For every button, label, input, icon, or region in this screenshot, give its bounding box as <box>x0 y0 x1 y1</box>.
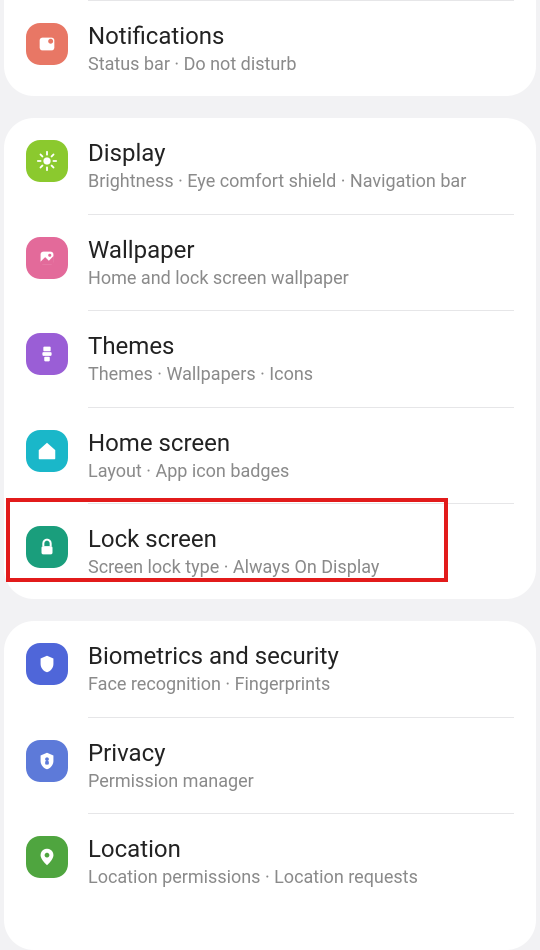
card-display: Display Brightness · Eye comfort shield … <box>4 118 536 599</box>
settings-item-text: Wallpaper Home and lock screen wallpaper <box>88 235 514 290</box>
item-subtitle: Themes · Wallpapers · Icons <box>88 363 514 386</box>
item-title: Lock screen <box>88 524 514 554</box>
settings-item-text: Home screen Layout · App icon badges <box>88 428 514 483</box>
item-title: Home screen <box>88 428 514 458</box>
item-title: Privacy <box>88 738 514 768</box>
privacy-icon <box>26 740 68 782</box>
settings-item-privacy[interactable]: Privacy Permission manager <box>4 718 536 813</box>
location-icon <box>26 836 68 878</box>
home-icon <box>26 430 68 472</box>
themes-icon <box>26 333 68 375</box>
settings-item-lock-screen[interactable]: Lock screen Screen lock type · Always On… <box>4 504 536 599</box>
wallpaper-icon <box>26 237 68 279</box>
settings-item-text: Biometrics and security Face recognition… <box>88 641 514 696</box>
shield-icon <box>26 643 68 685</box>
settings-item-text: Privacy Permission manager <box>88 738 514 793</box>
lock-icon <box>26 526 68 568</box>
item-subtitle: Brightness · Eye comfort shield · Naviga… <box>88 170 514 193</box>
settings-item-biometrics[interactable]: Biometrics and security Face recognition… <box>4 621 536 716</box>
settings-item-text: Themes Themes · Wallpapers · Icons <box>88 331 514 386</box>
item-subtitle: Face recognition · Fingerprints <box>88 673 514 696</box>
card-connections: Notifications Status bar · Do not distur… <box>4 0 536 96</box>
settings-item-wallpaper[interactable]: Wallpaper Home and lock screen wallpaper <box>4 215 536 310</box>
item-subtitle: Status bar · Do not disturb <box>88 53 514 76</box>
item-title: Biometrics and security <box>88 641 514 671</box>
display-icon <box>26 140 68 182</box>
settings-item-text: Notifications Status bar · Do not distur… <box>88 21 514 76</box>
settings-item-display[interactable]: Display Brightness · Eye comfort shield … <box>4 118 536 213</box>
item-title: Display <box>88 138 514 168</box>
settings-item-notifications[interactable]: Notifications Status bar · Do not distur… <box>4 1 536 96</box>
settings-item-text: Location Location permissions · Location… <box>88 834 514 889</box>
item-subtitle: Screen lock type · Always On Display <box>88 556 514 579</box>
item-title: Themes <box>88 331 514 361</box>
card-security: Biometrics and security Face recognition… <box>4 621 536 949</box>
item-subtitle: Location permissions · Location requests <box>88 866 514 889</box>
settings-item-home-screen[interactable]: Home screen Layout · App icon badges <box>4 408 536 503</box>
settings-item-text: Lock screen Screen lock type · Always On… <box>88 524 514 579</box>
item-title: Notifications <box>88 21 514 51</box>
item-subtitle: Home and lock screen wallpaper <box>88 267 514 290</box>
item-subtitle: Permission manager <box>88 770 514 793</box>
item-title: Location <box>88 834 514 864</box>
item-title: Wallpaper <box>88 235 514 265</box>
item-subtitle: Layout · App icon badges <box>88 460 514 483</box>
settings-item-themes[interactable]: Themes Themes · Wallpapers · Icons <box>4 311 536 406</box>
settings-item-text: Display Brightness · Eye comfort shield … <box>88 138 514 193</box>
notifications-icon <box>26 23 68 65</box>
settings-item-location[interactable]: Location Location permissions · Location… <box>4 814 536 909</box>
